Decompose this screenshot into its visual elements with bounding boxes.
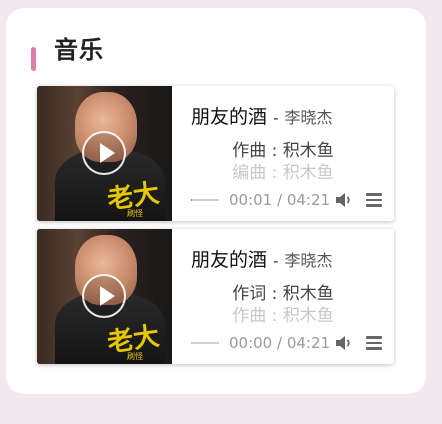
volume-icon[interactable] [335,335,353,351]
lyrics-panel: 作曲 : 积木鱼 编曲 : 积木鱼 [172,140,394,180]
song-separator: - [273,109,279,127]
song-info: 朋友的酒 - 李晓杰 [191,249,333,272]
lyric-line-current: 作曲 : 积木鱼 [232,141,334,161]
music-card: 音乐 老大 刷怪 朋友的酒 - 李晓杰 作曲 : 积木鱼 编曲 : 积木鱼 00… [6,8,426,394]
song-artist: 李晓杰 [284,251,333,270]
play-icon [100,286,115,306]
volume-icon[interactable] [335,192,353,208]
player-controls: 00:00 / 04:21 [191,332,387,354]
cover-subtext: 刷怪 [127,352,143,361]
play-icon [100,143,115,163]
music-player: 老大 刷怪 朋友的酒 - 李晓杰 作曲 : 积木鱼 编曲 : 积木鱼 00:01… [37,86,394,221]
song-title: 朋友的酒 [191,106,268,128]
player-controls: 00:01 / 04:21 [191,189,387,211]
song-separator: - [273,252,279,270]
time-display: 00:00 / 04:21 [229,334,331,352]
play-button[interactable] [82,131,126,175]
cover-subtext: 刷怪 [127,209,143,218]
music-player: 老大 刷怪 朋友的酒 - 李晓杰 作词 : 积木鱼 作曲 : 积木鱼 00:00… [37,229,394,364]
song-info: 朋友的酒 - 李晓杰 [191,106,333,129]
play-button[interactable] [82,274,126,318]
title-accent-bar [31,47,36,71]
menu-icon[interactable] [366,193,382,207]
lyric-line-current: 作词 : 积木鱼 [232,284,334,304]
progress-bar[interactable] [191,199,219,201]
lyric-line-next: 编曲 : 积木鱼 [232,163,334,180]
section-title: 音乐 [54,36,104,64]
time-display: 00:01 / 04:21 [229,191,331,209]
progress-bar[interactable] [191,342,219,344]
song-title: 朋友的酒 [191,249,268,271]
album-cover[interactable]: 老大 刷怪 [37,86,172,221]
menu-icon[interactable] [366,336,382,350]
song-artist: 李晓杰 [284,108,333,127]
album-cover[interactable]: 老大 刷怪 [37,229,172,364]
lyric-line-next: 作曲 : 积木鱼 [232,306,334,323]
lyrics-panel: 作词 : 积木鱼 作曲 : 积木鱼 [172,283,394,323]
